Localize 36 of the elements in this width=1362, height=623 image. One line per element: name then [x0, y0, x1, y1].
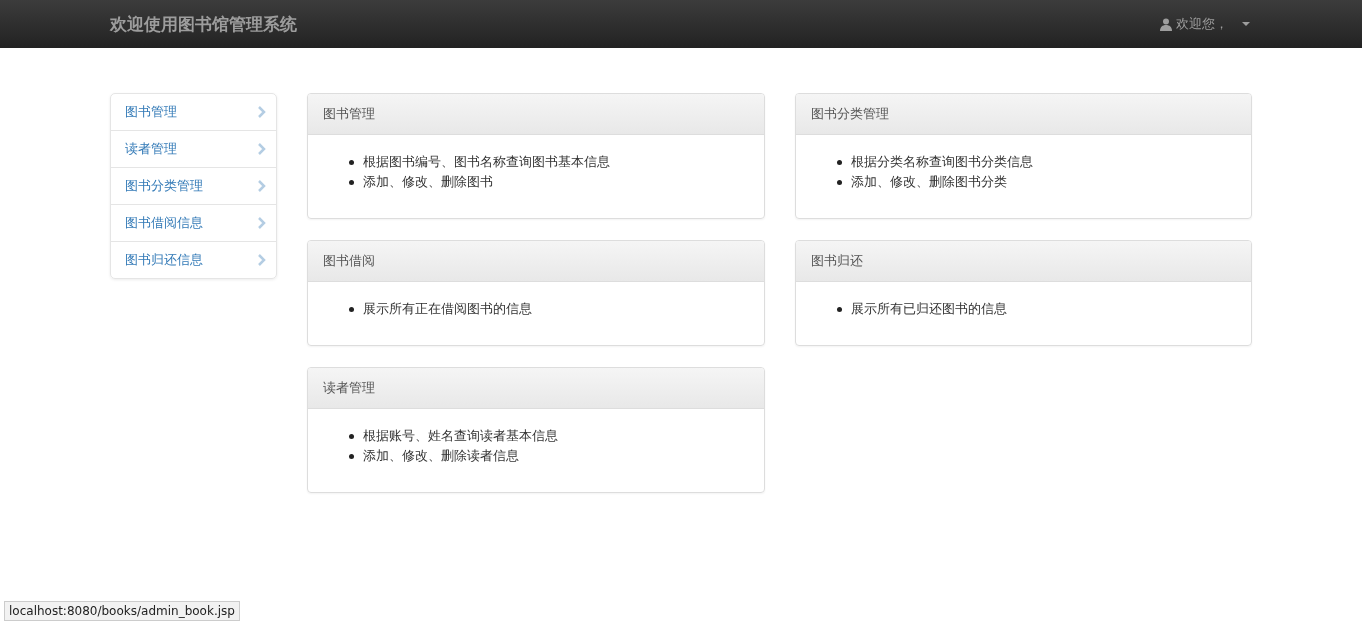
- list-item: 根据分类名称查询图书分类信息: [850, 153, 1033, 171]
- bullet-icon: [349, 433, 354, 439]
- bullet-icon: [836, 306, 842, 312]
- bullet-icon: [349, 159, 354, 165]
- bullet-icon: [836, 179, 842, 185]
- sidebar-item[interactable]: 图书归还信息: [111, 241, 276, 278]
- panel-title: 读者管理: [308, 368, 764, 409]
- list-item: 添加、修改、删除图书: [363, 173, 493, 191]
- brand-title: 欢迎使用图书馆管理系统: [110, 12, 297, 36]
- sidebar-item[interactable]: 图书管理: [111, 94, 276, 130]
- chevron-right-icon: [258, 143, 266, 155]
- chevron-right-icon: [258, 254, 266, 266]
- caret-icon: [1242, 22, 1250, 26]
- user-icon: [1160, 17, 1172, 31]
- sidebar-item[interactable]: 图书借阅信息: [111, 204, 276, 241]
- bullet-icon: [836, 159, 842, 165]
- list-item: 添加、修改、删除读者信息: [363, 447, 519, 465]
- list-item: 添加、修改、删除图书分类: [850, 173, 1007, 191]
- bullet-icon: [349, 306, 354, 312]
- bullet-icon: [349, 179, 354, 185]
- chevron-right-icon: [258, 217, 266, 229]
- panel-title: 图书管理: [308, 94, 764, 135]
- chevron-right-icon: [258, 106, 266, 118]
- sidebar-item[interactable]: 读者管理: [111, 130, 276, 167]
- panel-title: 图书借阅: [308, 241, 764, 282]
- bullet-icon: [349, 453, 354, 459]
- list-item: 展示所有已归还图书的信息: [850, 300, 1007, 318]
- panel-title: 图书分类管理: [795, 94, 1251, 135]
- panel-title: 图书归还: [795, 241, 1251, 282]
- user-menu[interactable]: 欢迎您，: [1160, 15, 1250, 33]
- sidebar-item[interactable]: 图书分类管理: [111, 167, 276, 204]
- chevron-right-icon: [258, 180, 266, 192]
- list-item: 根据图书编号、图书名称查询图书基本信息: [363, 153, 610, 171]
- list-item: 根据账号、姓名查询读者基本信息: [363, 427, 558, 445]
- status-bar-url: localhost:8080/books/admin_book.jsp: [4, 601, 240, 621]
- list-item: 展示所有正在借阅图书的信息: [363, 300, 532, 318]
